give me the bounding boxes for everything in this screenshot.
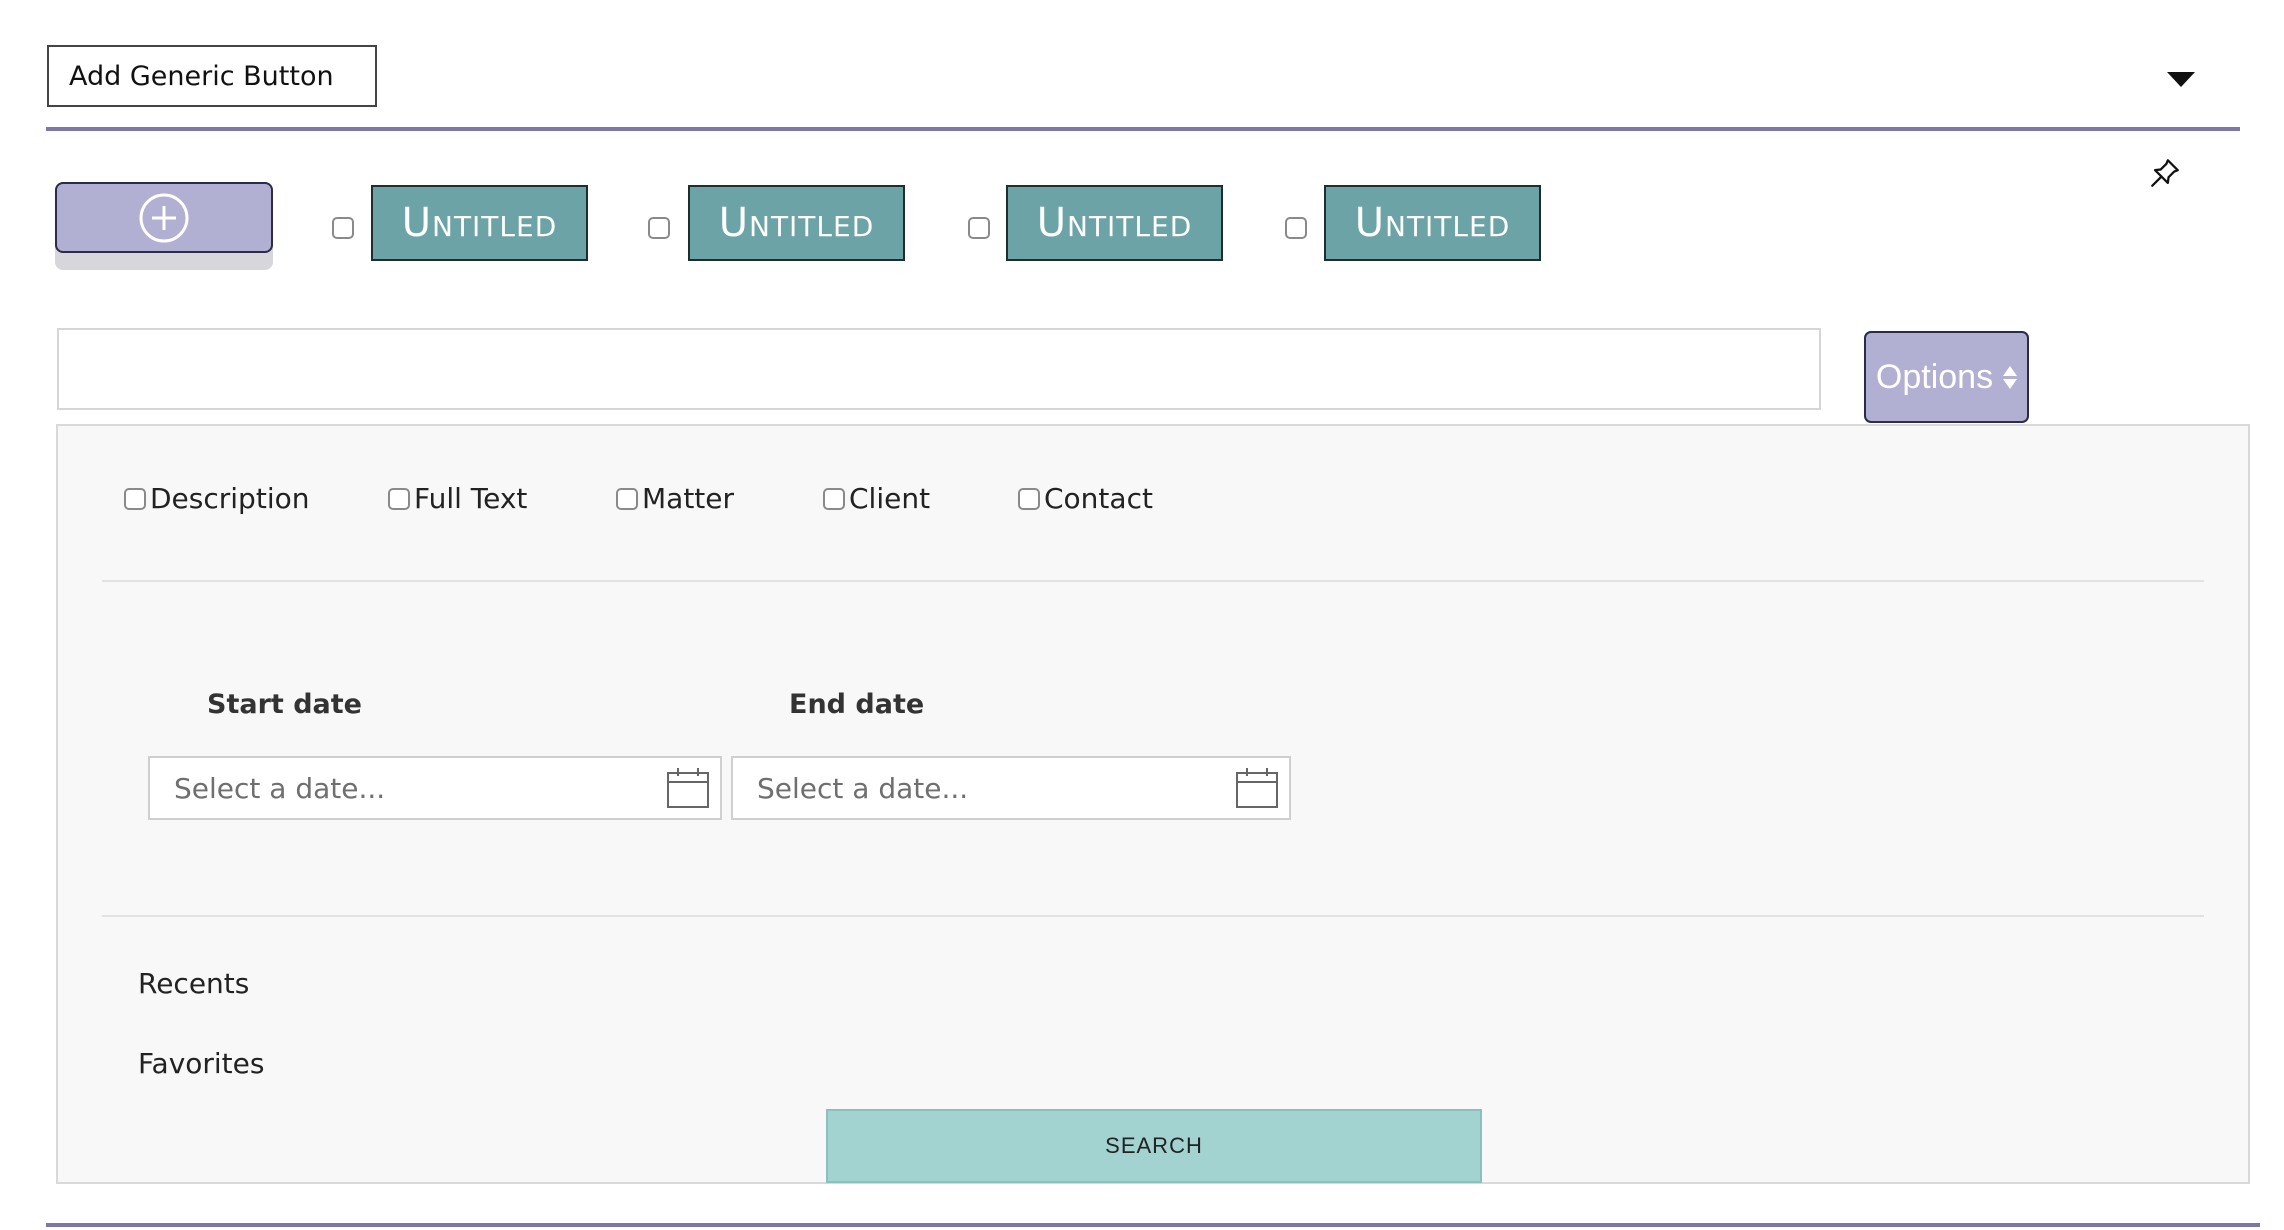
start-date-field[interactable]: Select a date... <box>148 756 722 820</box>
add-generic-button[interactable]: Add Generic Button <box>47 45 377 107</box>
untitled-button-label: Untitled <box>1354 200 1511 246</box>
filter-label: Description <box>150 482 310 515</box>
add-button-wrapper <box>55 182 274 271</box>
search-options-panel: Description Full Text Matter Client Cont… <box>56 424 2250 1184</box>
filter-label: Matter <box>642 482 735 515</box>
untitled-button-2[interactable]: Untitled <box>688 185 905 261</box>
filter-full-text[interactable]: Full Text <box>388 482 527 515</box>
filter-label: Client <box>849 482 931 515</box>
filter-matter[interactable]: Matter <box>616 482 734 515</box>
options-button-label: Options <box>1875 357 1994 396</box>
search-button-label: SEARCH <box>1105 1133 1203 1158</box>
filter-label: Full Text <box>414 482 528 515</box>
checkbox[interactable] <box>616 487 638 510</box>
untitled-button-label: Untitled <box>718 200 875 246</box>
end-date-field[interactable]: Select a date... <box>731 756 1291 820</box>
plus-circle-icon <box>139 193 189 242</box>
checkbox[interactable] <box>823 487 845 510</box>
untitled-button-4[interactable]: Untitled <box>1324 185 1541 261</box>
checkbox[interactable] <box>124 487 146 510</box>
end-date-label: End date <box>789 689 925 720</box>
filter-contact[interactable]: Contact <box>1018 482 1153 515</box>
add-button[interactable] <box>55 182 273 253</box>
pin-icon[interactable] <box>2148 156 2182 190</box>
start-date-placeholder: Select a date... <box>174 771 386 805</box>
filter-client[interactable]: Client <box>823 482 930 515</box>
start-date-label: Start date <box>207 689 362 720</box>
checkbox[interactable] <box>1018 487 1040 510</box>
search-input[interactable] <box>57 328 1821 410</box>
untitled-button-3[interactable]: Untitled <box>1006 185 1223 261</box>
page: Add Generic Button Untitled Untitled Unt… <box>0 0 2284 1230</box>
add-generic-button-label: Add Generic Button <box>69 60 334 92</box>
filter-label: Contact <box>1044 482 1153 515</box>
sort-arrows-icon <box>2003 365 2018 389</box>
favorites-link[interactable]: Favorites <box>138 1047 264 1080</box>
end-date-placeholder: Select a date... <box>757 771 969 805</box>
top-divider <box>46 127 2240 131</box>
panel-divider-2 <box>102 915 2204 917</box>
caret-down-icon[interactable] <box>2167 72 2195 87</box>
recents-link[interactable]: Recents <box>138 967 249 1000</box>
calendar-icon[interactable] <box>666 767 710 809</box>
untitled-1-checkbox[interactable] <box>332 217 354 239</box>
untitled-button-label: Untitled <box>1036 200 1193 246</box>
untitled-3-checkbox[interactable] <box>968 217 990 239</box>
bottom-divider <box>46 1223 2260 1227</box>
untitled-button-1[interactable]: Untitled <box>371 185 588 261</box>
checkbox[interactable] <box>388 487 410 510</box>
filter-description[interactable]: Description <box>124 482 309 515</box>
options-button[interactable]: Options <box>1864 331 2029 423</box>
untitled-button-label: Untitled <box>401 200 558 246</box>
calendar-icon[interactable] <box>1235 767 1279 809</box>
untitled-2-checkbox[interactable] <box>648 217 670 239</box>
untitled-4-checkbox[interactable] <box>1285 217 1307 239</box>
panel-divider-1 <box>102 580 2204 582</box>
search-button[interactable]: SEARCH <box>826 1109 1482 1183</box>
